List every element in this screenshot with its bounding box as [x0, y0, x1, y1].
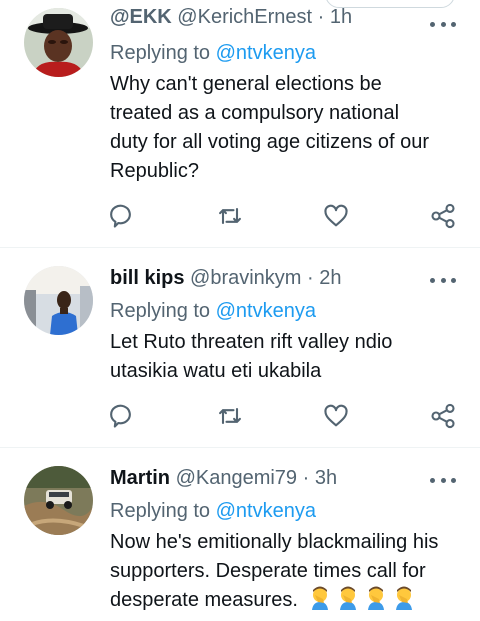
timestamp[interactable]: 3h [315, 467, 337, 489]
tweet-text-line: Republic? [110, 160, 199, 182]
tweet-text-line: Now he's emitionally blackmailing his [110, 531, 439, 553]
tweet-text-line: desperate measures. [110, 589, 298, 611]
more-icon[interactable] [430, 470, 456, 490]
share-icon[interactable] [429, 202, 457, 230]
replying-label: Replying to [110, 300, 211, 322]
facepalm-emoji-icon [309, 586, 331, 610]
tweet-text: Why can't general elections be treated a… [110, 70, 470, 186]
user-handle[interactable]: @Kangemi79 [176, 467, 297, 489]
like-icon[interactable] [322, 202, 350, 230]
mention-link[interactable]: @ntvkenya [216, 42, 316, 64]
share-icon[interactable] [429, 402, 457, 430]
avatar[interactable] [24, 266, 93, 335]
tweet-text-line: Why can't general elections be [110, 73, 382, 95]
tweet-1[interactable]: @EKK @KerichErnest · 1h Replying to @ntv… [0, 0, 480, 248]
more-icon[interactable] [430, 14, 456, 34]
tweet-text-line: duty for all voting age citizens of our [110, 131, 430, 153]
facepalm-emoji-icon [365, 586, 387, 610]
display-name[interactable]: Martin [110, 467, 170, 489]
reply-icon[interactable] [109, 402, 137, 430]
separator: · [302, 467, 310, 489]
facepalm-emoji-icon [393, 586, 415, 610]
avatar[interactable] [24, 466, 93, 535]
avatar[interactable] [24, 8, 93, 77]
tweet-header: bill kips @bravinkym · 2h [110, 267, 456, 295]
replying-to: Replying to @ntvkenya [110, 500, 316, 523]
timestamp[interactable]: 2h [319, 267, 341, 289]
tweet-text: Let Ruto threaten rift valley ndio utasi… [110, 328, 470, 386]
reply-icon[interactable] [109, 202, 137, 230]
mention-link[interactable]: @ntvkenya [216, 300, 316, 322]
facepalm-emoji-icon [337, 586, 359, 610]
retweet-icon[interactable] [216, 402, 244, 430]
display-name[interactable]: bill kips [110, 267, 184, 289]
tweet-text-line: treated as a compulsory national [110, 102, 400, 124]
tweet-text-line-with-emoji: desperate measures. [110, 586, 470, 615]
replying-to: Replying to @ntvkenya [110, 42, 316, 65]
like-icon[interactable] [322, 402, 350, 430]
user-handle[interactable]: @bravinkym [190, 267, 301, 289]
separator: · [317, 6, 325, 28]
replying-label: Replying to [110, 500, 211, 522]
replying-to: Replying to @ntvkenya [110, 300, 316, 323]
user-handle[interactable]: @KerichErnest [177, 6, 312, 28]
tweet-text-line: utasikia watu eti ukabila [110, 360, 322, 382]
tweet-header: Martin @Kangemi79 · 3h [110, 467, 456, 495]
tweet-3[interactable]: Martin @Kangemi79 · 3h Replying to @ntvk… [0, 448, 480, 621]
tweet-text: Now he's emitionally blackmailing his su… [110, 528, 470, 615]
display-name[interactable]: @EKK [110, 6, 172, 28]
tweet-2[interactable]: bill kips @bravinkym · 2h Replying to @n… [0, 248, 480, 448]
tweet-header: @EKK @KerichErnest · 1h [110, 6, 456, 34]
timestamp[interactable]: 1h [330, 6, 352, 28]
tweet-actions [0, 402, 480, 432]
tweet-text-line: Let Ruto threaten rift valley ndio [110, 331, 393, 353]
mention-link[interactable]: @ntvkenya [216, 500, 316, 522]
more-icon[interactable] [430, 270, 456, 290]
separator: · [307, 267, 314, 289]
replying-label: Replying to [110, 42, 211, 64]
tweet-actions [0, 202, 480, 232]
retweet-icon[interactable] [216, 202, 244, 230]
tweet-text-line: supporters. Desperate times call for [110, 560, 426, 582]
